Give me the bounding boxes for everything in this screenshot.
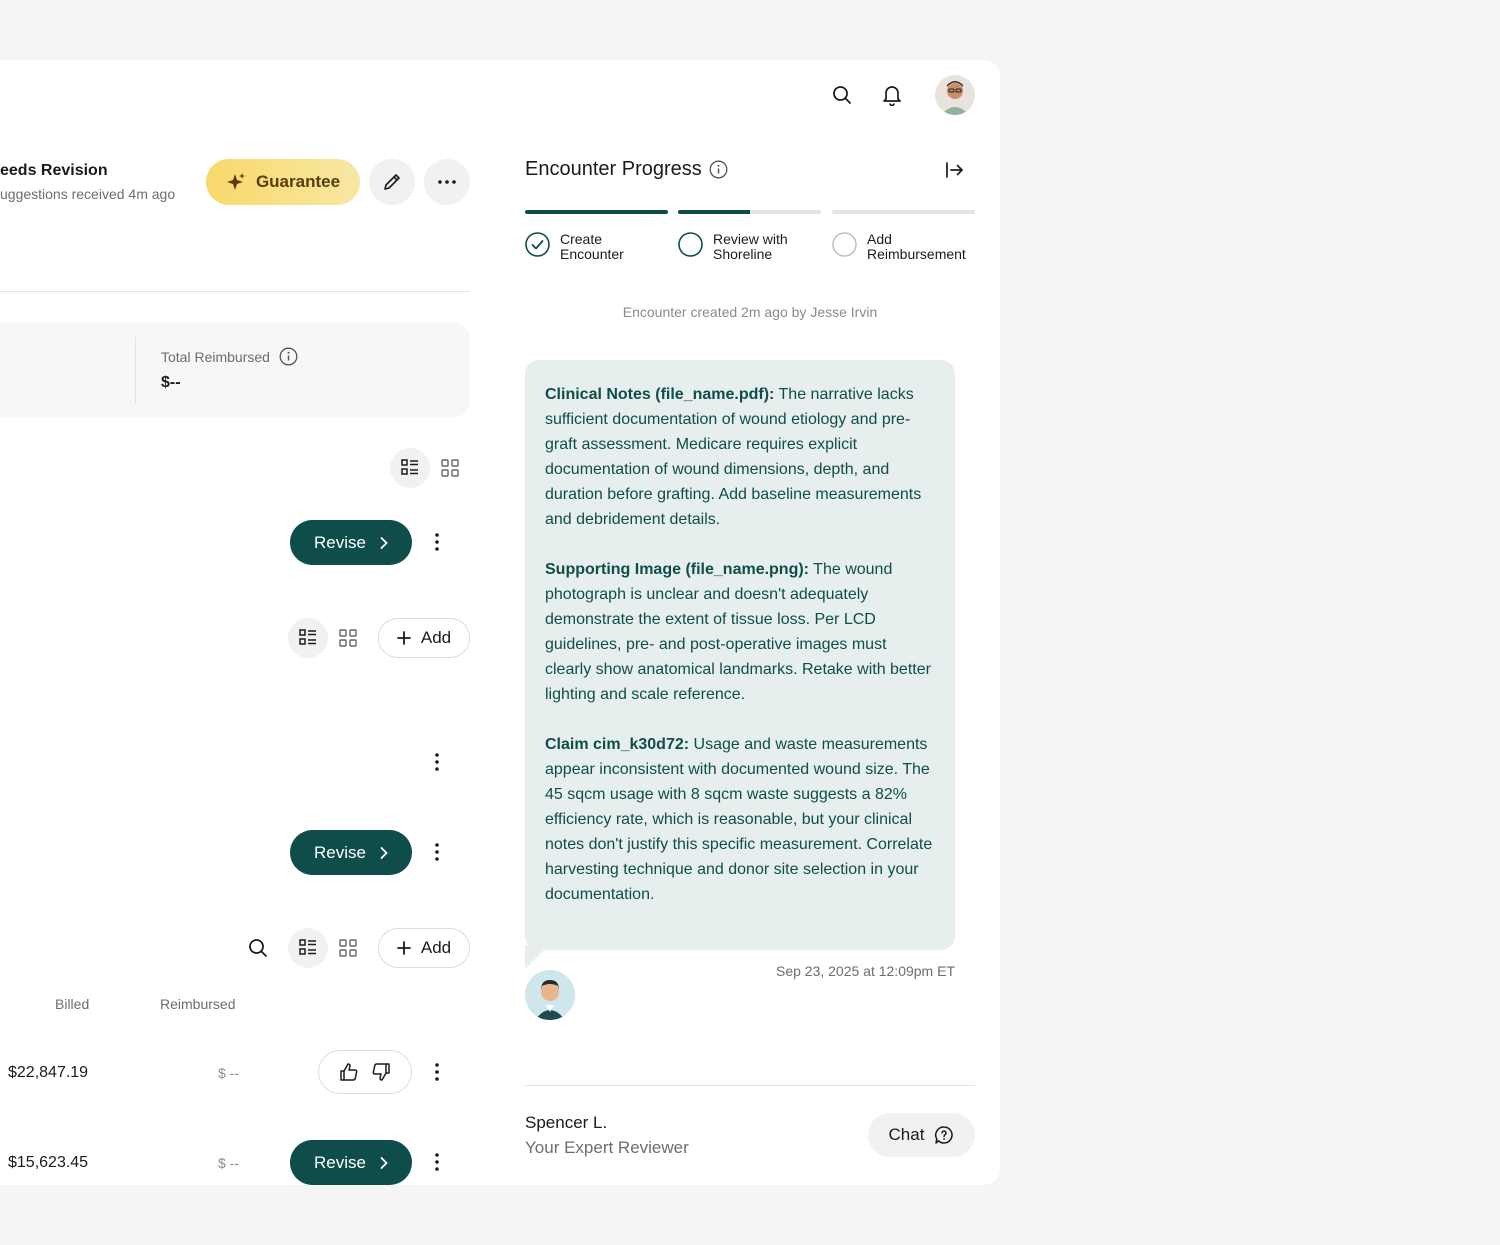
message-timestamp: Sep 23, 2025 at 12:09pm ET xyxy=(775,963,955,979)
grid-view-icon xyxy=(339,939,357,957)
revise-label: Revise xyxy=(314,842,366,862)
plus-icon xyxy=(396,631,411,645)
panel-footer-divider xyxy=(525,1085,975,1086)
collapse-panel-icon[interactable] xyxy=(945,161,965,179)
summary-card: Total Reimbursed $-- xyxy=(0,322,470,417)
revise-button[interactable]: Revise xyxy=(290,830,412,875)
total-reimbursed-label: Total Reimbursed xyxy=(161,348,270,365)
chat-button[interactable]: Chat xyxy=(868,1113,975,1157)
reviewer-name: Spencer L. xyxy=(525,1113,608,1132)
add-button[interactable]: Add xyxy=(378,618,470,658)
more-vertical-icon[interactable] xyxy=(427,840,447,864)
check-circle-icon xyxy=(525,232,550,257)
add-label: Add xyxy=(420,938,452,957)
progress-segment-3 xyxy=(832,210,975,214)
total-reimbursed-value: $-- xyxy=(161,374,181,391)
add-label: Add xyxy=(420,628,452,647)
step-label: Create Encounter xyxy=(560,231,624,262)
panel-title: Encounter Progress xyxy=(525,158,702,180)
list-view-icon xyxy=(401,459,419,477)
list-view-button[interactable] xyxy=(288,928,328,968)
view-toggle xyxy=(288,618,368,658)
info-icon[interactable] xyxy=(279,347,298,366)
message-paragraph: Supporting Image (file_name.png): The wo… xyxy=(545,561,931,703)
chevron-right-icon xyxy=(380,536,388,549)
column-header-billed: Billed xyxy=(55,996,90,1012)
grid-view-button[interactable] xyxy=(430,448,470,488)
more-horizontal-icon xyxy=(438,180,456,184)
step-label: Add Reimbursement xyxy=(867,231,966,262)
edit-button[interactable] xyxy=(369,159,415,205)
table-search-icon[interactable] xyxy=(248,938,268,958)
list-view-icon xyxy=(299,629,317,647)
grid-view-icon xyxy=(339,629,357,647)
empty-circle-icon xyxy=(678,232,703,257)
step-review-with-shoreline: Review with Shoreline xyxy=(678,232,788,262)
progress-fill xyxy=(525,210,668,214)
revise-label: Revise xyxy=(314,1152,366,1172)
more-vertical-icon[interactable] xyxy=(427,750,447,774)
thumbs-up-icon[interactable] xyxy=(339,1062,359,1082)
reviewer-avatar xyxy=(525,970,575,1020)
grid-view-button[interactable] xyxy=(328,928,368,968)
step-add-reimbursement: Add Reimbursement xyxy=(832,232,966,262)
list-view-button[interactable] xyxy=(288,618,328,658)
grid-view-button[interactable] xyxy=(328,618,368,658)
search-icon[interactable] xyxy=(832,85,852,105)
more-vertical-icon[interactable] xyxy=(427,530,447,554)
user-avatar[interactable] xyxy=(935,75,975,115)
reviewer-role: Your Expert Reviewer xyxy=(525,1138,689,1157)
list-view-button[interactable] xyxy=(390,448,430,488)
sparkle-icon xyxy=(226,172,246,192)
chat-icon xyxy=(934,1125,954,1145)
empty-circle-icon xyxy=(832,232,857,257)
progress-segment-1 xyxy=(525,210,668,214)
status-subtitle: uggestions received 4m ago xyxy=(0,186,176,202)
encounter-created-note: Encounter created 2m ago by Jesse Irvin xyxy=(622,304,878,320)
cell-billed: $22,847.19 xyxy=(8,1064,89,1081)
panel-heading: Encounter Progress xyxy=(525,158,728,181)
message-paragraph: Claim cim_k30d72: Usage and waste measur… xyxy=(545,736,933,903)
header-divider xyxy=(0,291,470,292)
feedback-buttons xyxy=(318,1050,412,1094)
add-button[interactable]: Add xyxy=(378,928,470,968)
guarantee-label: Guarantee xyxy=(255,172,341,191)
grid-view-icon xyxy=(441,459,459,477)
summary-divider xyxy=(135,337,136,404)
guarantee-button[interactable]: Guarantee xyxy=(206,159,360,205)
chevron-right-icon xyxy=(380,846,388,859)
revise-label: Revise xyxy=(314,532,366,552)
list-view-icon xyxy=(299,939,317,957)
info-icon[interactable] xyxy=(709,160,728,179)
view-toggle xyxy=(390,448,470,488)
cell-reimbursed: $ -- xyxy=(218,1155,239,1171)
status-title: eeds Revision xyxy=(0,162,108,179)
chat-label: Chat xyxy=(888,1125,925,1144)
revise-button[interactable]: Revise xyxy=(290,1140,412,1185)
more-vertical-icon[interactable] xyxy=(427,1060,447,1084)
chevron-right-icon xyxy=(380,1156,388,1169)
cell-billed: $15,623.45 xyxy=(8,1154,89,1171)
thumbs-down-icon[interactable] xyxy=(371,1062,391,1082)
view-toggle xyxy=(288,928,368,968)
plus-icon xyxy=(396,941,411,955)
cell-reimbursed: $ -- xyxy=(218,1065,239,1081)
more-vertical-icon[interactable] xyxy=(427,1150,447,1174)
step-create-encounter: Create Encounter xyxy=(525,232,624,262)
column-header-reimbursed: Reimbursed xyxy=(160,996,236,1012)
message-paragraph: Clinical Notes (file_name.pdf): The narr… xyxy=(545,386,922,528)
pencil-icon xyxy=(382,172,402,192)
step-label: Review with Shoreline xyxy=(713,231,788,262)
main-card: eeds Revision uggestions received 4m ago… xyxy=(0,60,1000,1185)
bell-icon[interactable] xyxy=(882,84,902,106)
reviewer-message: Clinical Notes (file_name.pdf): The narr… xyxy=(525,360,955,950)
total-reimbursed-heading: Total Reimbursed xyxy=(161,347,298,366)
progress-segment-2 xyxy=(678,210,821,214)
revise-button[interactable]: Revise xyxy=(290,520,412,565)
more-options-button[interactable] xyxy=(424,159,470,205)
progress-fill xyxy=(678,210,750,214)
